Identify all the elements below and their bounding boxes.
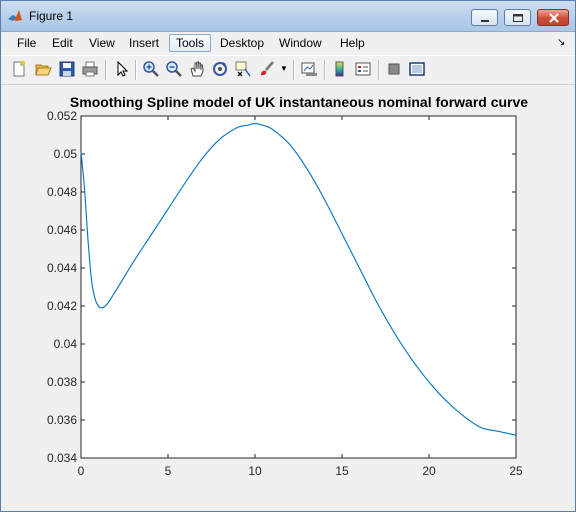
y-tick-label: 0.052 xyxy=(47,109,77,123)
y-tick-label: 0.05 xyxy=(54,147,78,161)
x-tick-label: 25 xyxy=(509,464,523,478)
x-tick-label: 20 xyxy=(422,464,436,478)
y-tick-label: 0.034 xyxy=(47,451,77,465)
figure-window: Figure 1 File Edit View Insert Tools Des… xyxy=(0,0,576,512)
x-tick-label: 5 xyxy=(165,464,172,478)
x-tick-label: 10 xyxy=(248,464,262,478)
y-tick-label: 0.044 xyxy=(47,261,77,275)
y-tick-label: 0.038 xyxy=(47,375,77,389)
x-tick-label: 0 xyxy=(78,464,85,478)
y-tick-label: 0.048 xyxy=(47,185,77,199)
plot-svg: 0 5 10 15 20 25 0.034 0.036 0.038 0.04 0.042 0.044 0… xyxy=(47,109,523,478)
y-tick-label: 0.046 xyxy=(47,223,77,237)
axes-background[interactable] xyxy=(80,115,517,459)
y-tick-label: 0.04 xyxy=(54,337,78,351)
y-tick-label: 0.042 xyxy=(47,299,77,313)
y-tick-label: 0.036 xyxy=(47,413,77,427)
x-tick-label: 15 xyxy=(335,464,349,478)
